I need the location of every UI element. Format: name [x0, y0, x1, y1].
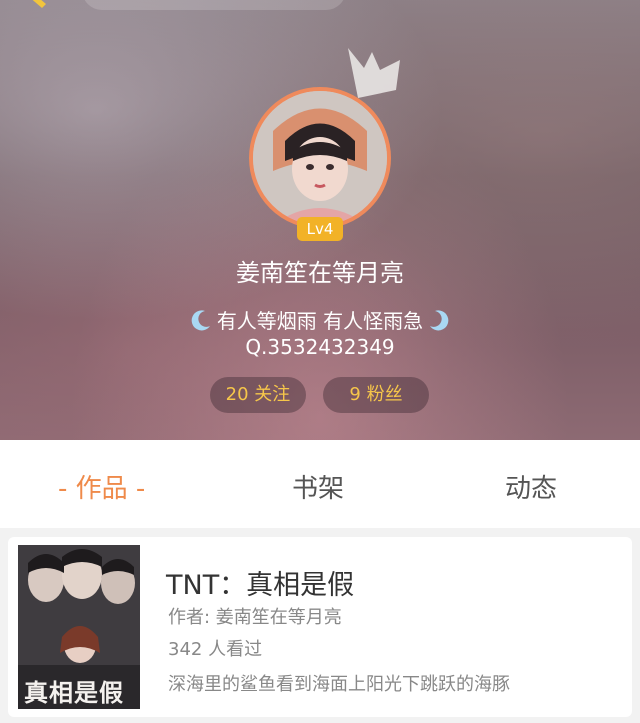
book-views: 342 人看过 — [168, 639, 263, 660]
book-cover-title: 真相是假 — [24, 679, 124, 707]
tab-bookshelf[interactable]: 书架 — [292, 468, 344, 505]
avatar[interactable] — [249, 87, 391, 229]
username: 姜南笙在等月亮 — [236, 259, 404, 287]
search-bar[interactable] — [82, 0, 346, 10]
qq-number: Q.3532432349 — [245, 335, 395, 359]
tab-activity[interactable]: 动态 — [505, 468, 557, 505]
fans-count[interactable]: 9 粉丝 — [323, 377, 429, 413]
bio: 有人等烟雨 有人怪雨急 — [0, 305, 640, 334]
profile-header: Lv4 姜南笙在等月亮 有人等烟雨 有人怪雨急 Q.3532432349 20 … — [0, 0, 640, 440]
book-author: 作者: 姜南笙在等月亮 — [168, 607, 342, 628]
avatar-image — [253, 91, 387, 225]
moon-icon — [191, 309, 210, 330]
pencil-icon[interactable] — [26, 0, 48, 10]
book-description: 深海里的鲨鱼看到海面上阳光下跳跃的海豚 — [168, 674, 510, 695]
book-title[interactable]: TNT：真相是假 — [166, 563, 354, 602]
level-badge: Lv4 — [297, 217, 343, 241]
bio-text: 有人等烟雨 有人怪雨急 — [216, 309, 424, 333]
book-cover[interactable]: 真相是假 — [18, 545, 140, 709]
following-count[interactable]: 20 关注 — [210, 377, 306, 413]
moon-icon — [430, 309, 449, 330]
tab-works[interactable]: - 作品 - — [58, 468, 145, 505]
tab-bar: - 作品 - 书架 动态 — [0, 440, 640, 528]
book-card[interactable]: 真相是假 TNT：真相是假 作者: 姜南笙在等月亮 342 人看过 深海里的鲨鱼… — [8, 537, 632, 717]
